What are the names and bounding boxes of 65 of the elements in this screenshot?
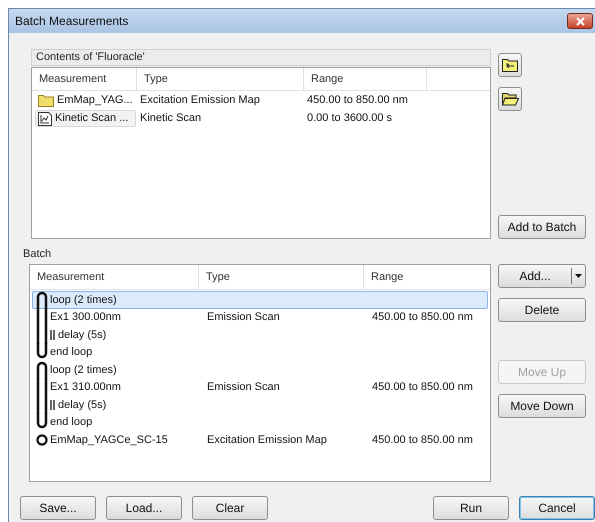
graph-icon <box>38 112 52 126</box>
folder-up-icon <box>502 58 518 72</box>
folder-icon <box>38 94 54 107</box>
open-folder-icon <box>502 92 518 106</box>
measurement-text: Ex1 310.00nm <box>50 380 121 395</box>
batch-row[interactable]: delay (5s) <box>32 326 488 344</box>
dialog-button[interactable]: Clear <box>192 496 268 520</box>
loop-bracket-icon <box>35 396 49 414</box>
table-cell-text: Emission Scan <box>206 310 281 325</box>
dialog-button[interactable]: Load... <box>106 496 182 520</box>
dialog-button[interactable]: Cancel <box>519 496 595 520</box>
measurement-text: loop (2 times) <box>50 362 117 378</box>
loop-start-icon <box>35 290 49 309</box>
dropdown-arrow-icon <box>575 274 582 278</box>
column-header[interactable]: Type <box>199 265 364 289</box>
open-folder-button[interactable] <box>498 87 522 111</box>
batch-row[interactable]: end loop <box>32 344 488 361</box>
contents-header: Contents of 'Fluoracle' <box>31 49 491 66</box>
column-header[interactable]: Measurement <box>30 265 199 289</box>
list-item[interactable]: EmMap_YAG... <box>35 92 136 109</box>
list-item[interactable]: Kinetic Scan ... <box>35 110 136 127</box>
measurement-text: end loop <box>50 345 92 360</box>
table-cell-text: Emission Scan <box>206 380 281 395</box>
dialog-button[interactable]: Save... <box>20 496 96 520</box>
dialog-button[interactable]: Run <box>433 496 509 520</box>
batch-row[interactable]: EmMap_YAGCe_SC-15 Excitation Emission Map 450.00 to 850.00 nm <box>32 431 488 448</box>
batch-row[interactable]: loop (2 times) <box>32 361 488 378</box>
group-label: Batch <box>23 247 52 262</box>
folder-up-button[interactable] <box>498 53 522 77</box>
dialog-button[interactable]: Move Down <box>498 394 586 418</box>
table-cell-text: 0.00 to 3600.00 s <box>306 111 392 126</box>
pause-icon <box>50 330 55 340</box>
batch-row[interactable]: Ex1 310.00nm Emission Scan 450.00 to 850.00 nm <box>32 378 488 396</box>
loop-bracket-icon <box>35 326 49 344</box>
close-icon <box>576 16 584 26</box>
table-cell-text: 450.00 to 850.00 nm <box>306 93 408 108</box>
dialog-button[interactable]: Delete <box>498 298 586 322</box>
column-header[interactable]: Range <box>304 68 427 90</box>
loop-start-icon <box>35 360 49 379</box>
measurement-text: loop (2 times) <box>50 292 117 308</box>
batch-row[interactable]: loop (2 times) <box>32 291 488 308</box>
measurement-text: delay (5s) <box>58 328 106 342</box>
add-split-button[interactable]: Add... <box>498 264 586 288</box>
measurement-text: end loop <box>50 415 92 430</box>
close-button[interactable] <box>567 13 593 29</box>
table-cell-text: Kinetic Scan <box>139 111 202 126</box>
pause-icon <box>50 400 55 410</box>
loop-bracket-icon <box>35 308 49 326</box>
measurement-text: EmMap_YAGCe_SC-15 <box>50 432 168 448</box>
column-header[interactable]: Measurement <box>32 68 137 90</box>
table-cell-text: Excitation Emission Map <box>206 432 328 448</box>
table-cell-text: 450.00 to 850.00 nm <box>371 432 473 448</box>
table-cell-text: 450.00 to 850.00 nm <box>371 310 473 325</box>
batch-row[interactable]: Ex1 300.00nm Emission Scan 450.00 to 850.00 nm <box>32 308 488 326</box>
column-header[interactable]: Range <box>364 265 490 289</box>
loop-bracket-icon <box>35 378 49 396</box>
table-cell-text: Excitation Emission Map <box>139 93 261 108</box>
window-title: Batch Measurements <box>15 13 128 30</box>
column-header[interactable]: Type <box>137 68 304 90</box>
table-cell-text: 450.00 to 850.00 nm <box>371 380 473 395</box>
batch-row[interactable]: end loop <box>32 414 488 431</box>
measurement-text: delay (5s) <box>58 398 106 412</box>
batch-row[interactable]: delay (5s) <box>32 396 488 414</box>
measurement-text: Ex1 300.00nm <box>50 310 121 325</box>
dialog-button[interactable]: Add to Batch <box>498 215 586 239</box>
